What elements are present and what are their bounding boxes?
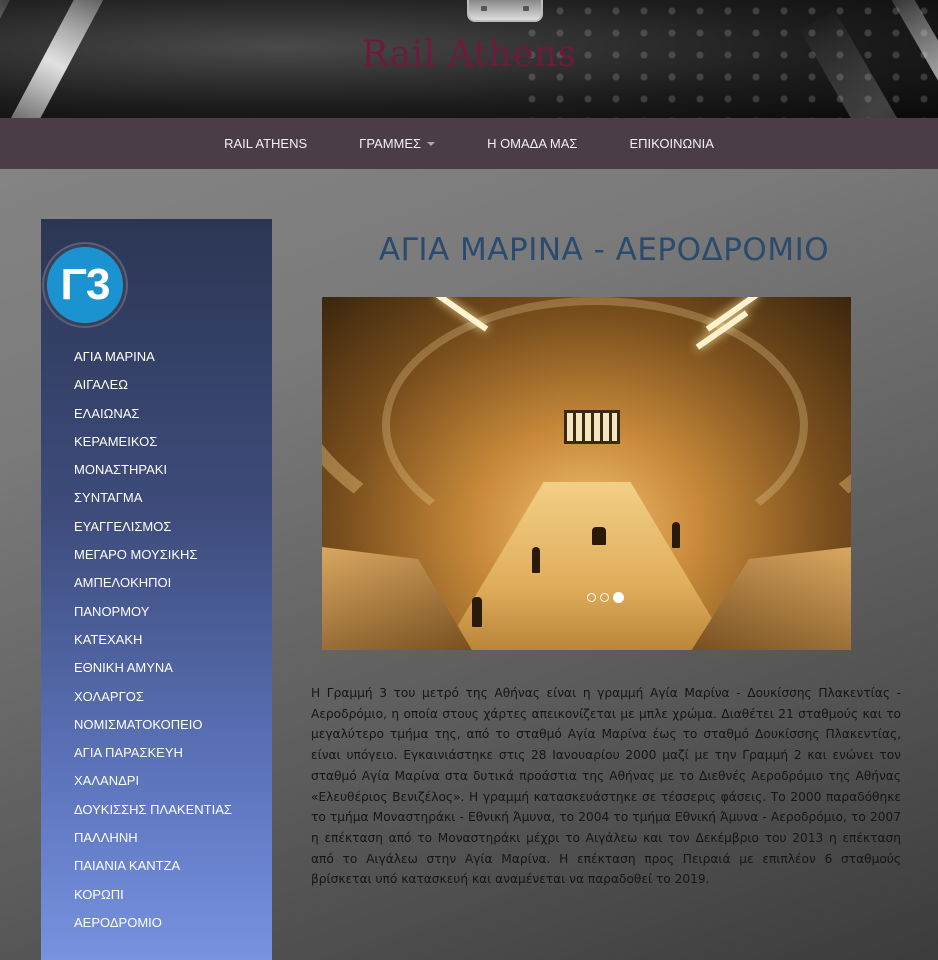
train-icon[interactable]	[467, 0, 543, 22]
station-link[interactable]: ΝΟΜΙΣΜΑΤΟΚΟΠΕΙΟ	[74, 711, 232, 739]
station-link[interactable]: ΣΥΝΤΑΓΜΑ	[74, 484, 232, 512]
station-link[interactable]: ΜΟΝΑΣΤΗΡΑΚΙ	[74, 456, 232, 484]
station-photo-person	[472, 597, 482, 627]
image-slider[interactable]	[322, 297, 851, 650]
station-link[interactable]: ΑΓΙΑ ΜΑΡΙΝΑ	[74, 343, 232, 371]
station-link[interactable]: ΧΑΛΑΝΔΡΙ	[74, 767, 232, 795]
station-link[interactable]: ΚΕΡΑΜΕΙΚΟΣ	[74, 428, 232, 456]
site-title[interactable]: Rail Athens	[0, 34, 938, 75]
station-photo-window	[564, 410, 620, 444]
station-link[interactable]: ΕΘΝΙΚΗ ΑΜΥΝΑ	[74, 654, 232, 682]
nav-item-lines[interactable]: ΓΡΑΜΜΕΣ	[333, 136, 461, 151]
station-link[interactable]: ΚΑΤΕΧΑΚΗ	[74, 626, 232, 654]
nav-item-label: RAIL ATHENS	[224, 136, 308, 151]
nav-item-rail-athens[interactable]: RAIL ATHENS	[198, 136, 333, 151]
nav-item-label: Η ΟΜΑΔΑ ΜΑΣ	[487, 136, 578, 151]
nav-item-our-team[interactable]: Η ΟΜΑΔΑ ΜΑΣ	[461, 136, 603, 151]
station-photo-escalator	[322, 547, 482, 650]
line-sidebar: Γ3 ΑΓΙΑ ΜΑΡΙΝΑ ΑΙΓΑΛΕΩ ΕΛΑΙΩΝΑΣ ΚΕΡΑΜΕΙΚ…	[41, 219, 272, 960]
station-link[interactable]: ΠΑΝΟΡΜΟΥ	[74, 598, 232, 626]
nav-item-label: ΓΡΑΜΜΕΣ	[359, 136, 422, 151]
nav-item-label: ΕΠΙΚΟΙΝΩΝΙΑ	[629, 136, 714, 151]
nav-item-contact[interactable]: ΕΠΙΚΟΙΝΩΝΙΑ	[603, 136, 739, 151]
station-link[interactable]: ΑΓΙΑ ΠΑΡΑΣΚΕΥΗ	[74, 739, 232, 767]
station-photo-person	[592, 527, 606, 545]
slider-dot[interactable]	[587, 593, 596, 602]
line-badge: Γ3	[44, 244, 126, 326]
slider-dot-active[interactable]	[613, 592, 624, 603]
station-link[interactable]: ΚΟΡΩΠΙ	[74, 881, 232, 909]
station-link[interactable]: ΜΕΓΑΡΟ ΜΟΥΣΙΚΗΣ	[74, 541, 232, 569]
station-link[interactable]: ΕΥΑΓΓΕΛΙΣΜΟΣ	[74, 513, 232, 541]
station-link[interactable]: ΕΛΑΙΩΝΑΣ	[74, 400, 232, 428]
station-link[interactable]: ΑΙΓΑΛΕΩ	[74, 371, 232, 399]
station-photo-escalator	[681, 547, 851, 650]
station-link[interactable]: ΠΑΛΛΗΝΗ	[74, 824, 232, 852]
chevron-down-icon	[427, 141, 436, 146]
station-link[interactable]: ΠΑΙΑΝΙΑ ΚΑΝΤΖΑ	[74, 852, 232, 880]
station-list: ΑΓΙΑ ΜΑΡΙΝΑ ΑΙΓΑΛΕΩ ΕΛΑΙΩΝΑΣ ΚΕΡΑΜΕΙΚΟΣ …	[74, 343, 232, 937]
station-link[interactable]: ΑΕΡΟΔΡΟΜΙΟ	[74, 909, 232, 937]
station-link[interactable]: ΔΟΥΚΙΣΣΗΣ ΠΛΑΚΕΝΤΙΑΣ	[74, 796, 232, 824]
station-link[interactable]: ΧΟΛΑΡΓΟΣ	[74, 683, 232, 711]
station-photo-person	[672, 522, 680, 548]
slider-dot[interactable]	[600, 593, 609, 602]
main-navbar: RAIL ATHENS ΓΡΑΜΜΕΣ Η ΟΜΑΔΑ ΜΑΣ ΕΠΙΚΟΙΝΩ…	[0, 118, 938, 169]
station-link[interactable]: ΑΜΠΕΛΟΚΗΠΟΙ	[74, 569, 232, 597]
page-title: ΑΓΙΑ ΜΑΡΙΝΑ - ΑΕΡΟΔΡΟΜΙΟ	[378, 232, 830, 268]
slider-pagination	[587, 592, 624, 603]
line-description: Η Γραμμή 3 του μετρό της Αθήνας είναι η …	[311, 686, 901, 887]
header-banner: Rail Athens	[0, 0, 938, 118]
station-photo-person	[532, 547, 540, 573]
